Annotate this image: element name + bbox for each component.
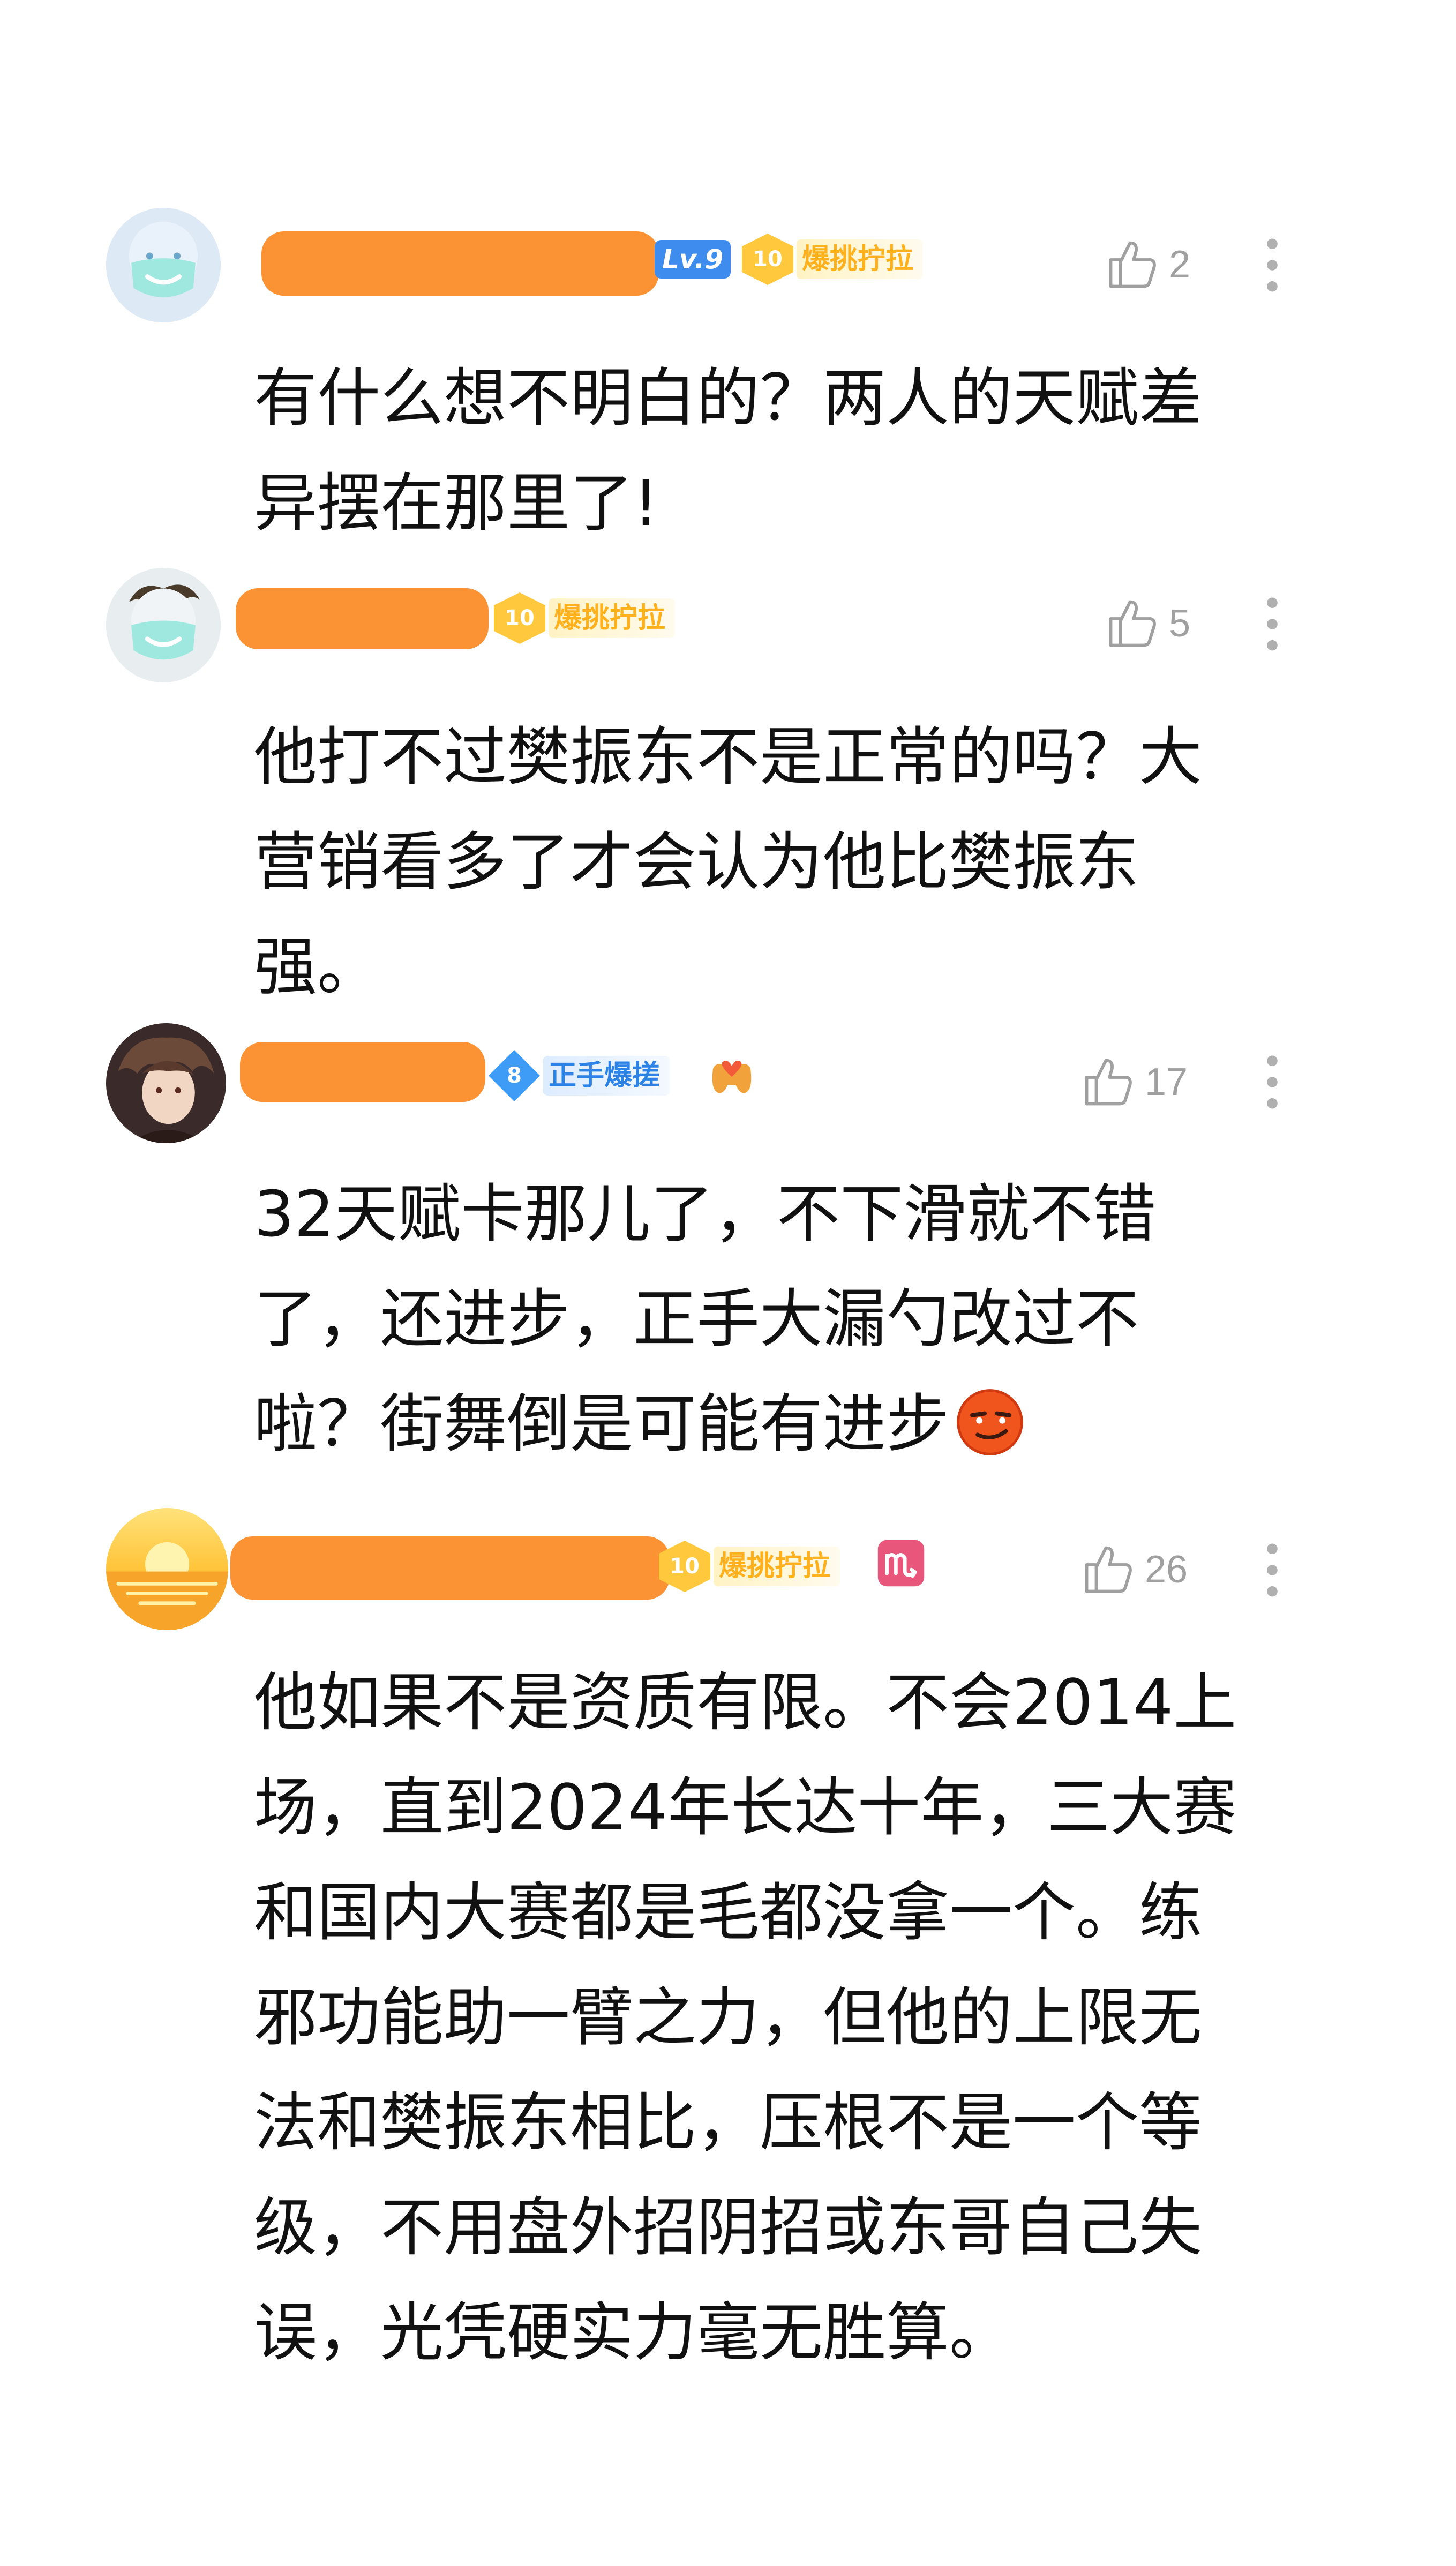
avatar[interactable] — [106, 1023, 226, 1143]
fan-badge: 10 爆挑拧拉 — [659, 1541, 840, 1592]
smirk-emoji — [955, 1387, 1025, 1458]
username-redacted[interactable] — [230, 1536, 670, 1600]
fan-level-number: 8 — [489, 1050, 540, 1101]
fan-level-number: 10 — [659, 1541, 710, 1592]
fan-level-number: 10 — [494, 592, 545, 644]
like-button[interactable]: 5 — [1104, 591, 1190, 656]
fan-badge-label: 爆挑拧拉 — [797, 239, 924, 279]
scorpio-icon — [875, 1537, 927, 1589]
more-options-icon[interactable] — [1262, 1053, 1283, 1112]
fan-badge: 10 爆挑拧拉 — [494, 592, 676, 644]
username-redacted[interactable] — [236, 588, 489, 649]
thumbs-up-icon — [1079, 1541, 1137, 1599]
like-count: 26 — [1145, 1548, 1188, 1591]
like-button[interactable]: 26 — [1079, 1537, 1188, 1602]
thumbs-up-icon — [1079, 1053, 1137, 1111]
like-count: 5 — [1169, 602, 1191, 645]
gamepad-heart-icon — [705, 1050, 759, 1104]
avatar[interactable] — [106, 568, 221, 682]
comment-text: 有什么想不明白的？两人的天赋差 异摆在那里了! — [254, 361, 1203, 540]
level-badge: Lv.9 — [655, 240, 731, 279]
like-count: 2 — [1169, 243, 1191, 286]
comment-text: 他如果不是资质有限。不会2014上 场，直到2024年长达十年，三大赛 和国内大… — [254, 1665, 1237, 2369]
username-redacted[interactable] — [240, 1042, 485, 1102]
like-button[interactable]: 17 — [1079, 1050, 1188, 1114]
fan-badge-label: 正手爆搓 — [543, 1056, 670, 1096]
more-options-icon[interactable] — [1262, 595, 1283, 654]
thumbs-up-icon — [1104, 236, 1161, 294]
fan-badge: 10 爆挑拧拉 — [742, 234, 924, 285]
more-options-icon[interactable] — [1262, 236, 1283, 295]
thumbs-up-icon — [1104, 595, 1161, 652]
fan-badge-label: 爆挑拧拉 — [549, 598, 676, 638]
comment-text: 32天赋卡那儿了，不下滑就不错 了，还进步，正手大漏勺改过不 啦？街舞倒是可能有… — [254, 1161, 1293, 1476]
username-redacted[interactable] — [261, 231, 659, 296]
fan-level-number: 10 — [742, 234, 793, 285]
like-button[interactable]: 2 — [1104, 232, 1190, 297]
avatar[interactable] — [106, 208, 221, 322]
like-count: 17 — [1145, 1061, 1188, 1104]
fan-badge: 8 正手爆搓 — [489, 1050, 670, 1101]
comment-text: 他打不过樊振东不是正常的吗？大 营销看多了才会认为他比樊振东 强。 — [254, 720, 1203, 1004]
avatar[interactable] — [106, 1508, 228, 1630]
more-options-icon[interactable] — [1262, 1541, 1283, 1600]
fan-badge-label: 爆挑拧拉 — [714, 1547, 840, 1586]
